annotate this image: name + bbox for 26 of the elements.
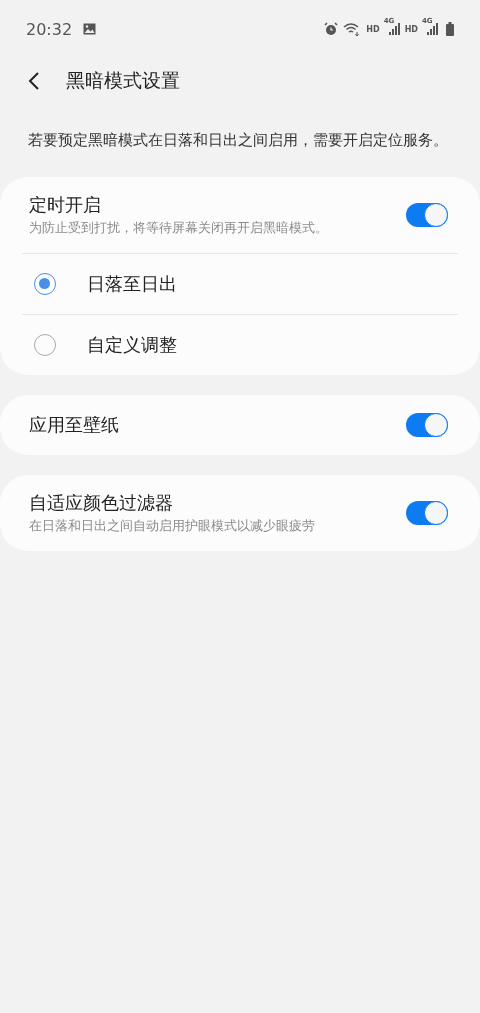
option-label: 日落至日出 (87, 272, 177, 296)
toggle-switch[interactable] (406, 501, 448, 525)
signal-icon (427, 23, 438, 35)
battery-icon (446, 22, 454, 36)
setting-title: 自适应颜色过滤器 (29, 491, 174, 515)
hd-label: HD (404, 24, 418, 34)
setting-row[interactable]: 应用至壁纸 (0, 395, 480, 455)
setting-description: 在日落和日出之间自动启用护眼模式以减少眼疲劳 (29, 518, 316, 535)
hd-label: HD (366, 24, 380, 34)
signal-icon (388, 23, 400, 35)
setting-row[interactable]: 定时开启 为防止受到打扰，将等待屏幕关闭再开启黑暗模式。 (0, 177, 480, 253)
option-label: 自定义调整 (87, 333, 177, 357)
setting-row[interactable]: 自适应颜色过滤器 在日落和日出之间自动启用护眼模式以减少眼疲劳 (0, 475, 480, 551)
radio-option[interactable]: 日落至日出 (0, 254, 480, 314)
setting-title: 定时开启 (29, 193, 102, 217)
wifi-icon (343, 22, 362, 36)
status-time: 20:32 (26, 19, 73, 39)
radio-option[interactable]: 自定义调整 (0, 315, 480, 375)
image-icon (83, 23, 97, 35)
setting-title: 应用至壁纸 (29, 413, 120, 437)
description-text: 若要预定黑暗模式在日落和日出之间启用，需要开启定位服务。 (28, 130, 449, 151)
setting-description: 为防止受到打扰，将等待屏幕关闭再开启黑暗模式。 (29, 220, 329, 237)
toggle-switch[interactable] (406, 413, 448, 437)
toggle-switch[interactable] (406, 203, 448, 227)
page-title: 黑暗模式设置 (66, 68, 180, 93)
alarm-icon (324, 22, 339, 36)
